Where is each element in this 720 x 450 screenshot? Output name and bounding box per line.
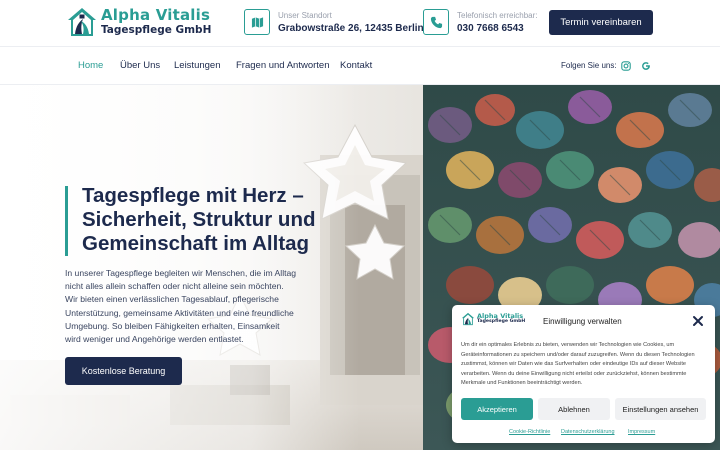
logo-name: Alpha Vitalis	[101, 6, 211, 25]
nav-item-home[interactable]: Home	[78, 60, 103, 71]
hero-accent-bar	[65, 186, 68, 256]
close-icon[interactable]	[692, 315, 704, 327]
google-icon	[642, 62, 650, 70]
location-info: Unser Standort Grabowstraße 26, 12435 Be…	[244, 9, 424, 35]
instagram-link[interactable]	[619, 59, 633, 73]
hero-title: Tagespflege mit Herz – Sicherheit, Struk…	[82, 184, 316, 255]
phone-icon	[430, 16, 442, 28]
cookie-policy-link[interactable]: Cookie-Richtlinie	[509, 429, 550, 435]
nav-item-leistungen[interactable]: Leistungen	[174, 60, 220, 71]
main-navigation: Home Über Uns Leistungen Fragen und Antw…	[0, 46, 720, 85]
location-label: Unser Standort	[278, 10, 332, 20]
google-link[interactable]	[639, 59, 653, 73]
consent-logo-subtitle: Tagespflege GmbH	[477, 319, 526, 325]
nav-item-faq[interactable]: Fragen und Antworten	[236, 60, 329, 71]
privacy-policy-link[interactable]: Datenschutzerklärung	[561, 429, 615, 435]
house-logo-icon	[461, 312, 475, 326]
instagram-icon	[621, 61, 631, 71]
appointment-button[interactable]: Termin vereinbaren	[549, 10, 653, 35]
top-header: Alpha Vitalis Tagespflege GmbH Unser Sta…	[0, 0, 720, 46]
cookie-consent-dialog: Alpha Vitalis Tagespflege GmbH Einwillig…	[452, 305, 715, 443]
imprint-link[interactable]: Impressum	[628, 429, 655, 435]
nav-item-ueber-uns[interactable]: Über Uns	[120, 60, 160, 71]
free-consultation-button[interactable]: Kostenlose Beratung	[65, 357, 182, 385]
consent-logo: Alpha Vitalis Tagespflege GmbH	[461, 312, 525, 326]
site-logo[interactable]: Alpha Vitalis Tagespflege GmbH	[66, 6, 211, 38]
phone-icon-box	[423, 9, 449, 35]
view-settings-button[interactable]: Einstellungen ansehen	[615, 398, 706, 420]
phone-label: Telefonisch erreichbar:	[457, 10, 538, 20]
phone-number[interactable]: 030 7668 6543	[457, 23, 537, 34]
map-icon	[251, 16, 263, 28]
logo-subtitle: Tagespflege GmbH	[101, 24, 212, 37]
hero-description: In unserer Tagespflege begleiten wir Men…	[65, 268, 297, 345]
phone-info: Telefonisch erreichbar: 030 7668 6543	[423, 9, 537, 35]
consent-text: Um dir ein optimales Erlebnis zu bieten,…	[461, 342, 695, 386]
consent-title: Einwilligung verwalten	[543, 317, 622, 326]
deny-button[interactable]: Ablehnen	[538, 398, 610, 420]
follow-label: Folgen Sie uns:	[561, 61, 617, 70]
house-logo-icon	[68, 8, 96, 36]
nav-item-kontakt[interactable]: Kontakt	[340, 60, 372, 71]
location-value: Grabowstraße 26, 12435 Berlin	[278, 22, 424, 34]
map-icon-box	[244, 9, 270, 35]
accept-button[interactable]: Akzeptieren	[461, 398, 533, 420]
